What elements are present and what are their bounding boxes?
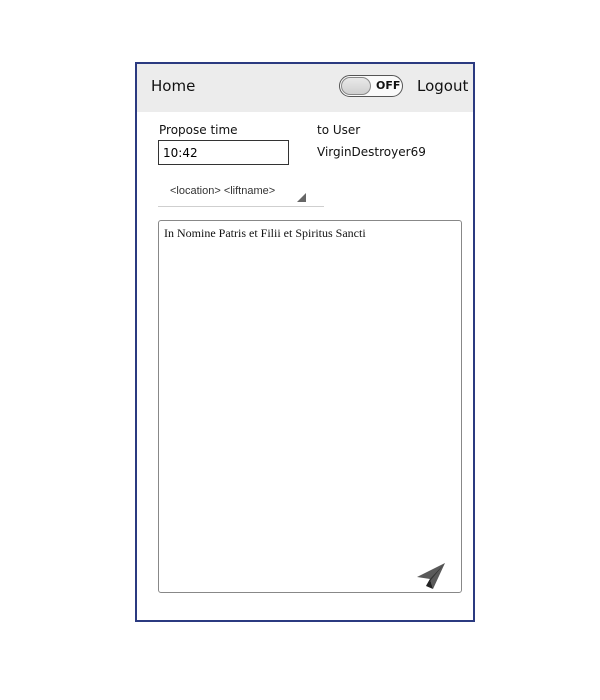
toggle-knob[interactable] bbox=[341, 77, 371, 95]
app-frame: Home OFF Logout Propose time to User Vir… bbox=[135, 62, 475, 622]
message-text: In Nomine Patris et Filii et Spiritus Sa… bbox=[164, 226, 366, 240]
top-bar: Home OFF Logout bbox=[137, 64, 473, 112]
location-select[interactable]: <location> <liftname> bbox=[158, 182, 324, 207]
to-user-label: to User bbox=[317, 123, 361, 137]
power-toggle[interactable]: OFF bbox=[339, 75, 403, 97]
paper-plane-icon[interactable] bbox=[416, 562, 446, 590]
propose-time-label: Propose time bbox=[159, 123, 238, 137]
toggle-state-label: OFF bbox=[376, 79, 401, 92]
logout-link[interactable]: Logout bbox=[417, 76, 468, 96]
to-user-value: VirginDestroyer69 bbox=[317, 145, 426, 159]
time-input[interactable] bbox=[158, 140, 289, 165]
home-link[interactable]: Home bbox=[151, 76, 195, 96]
triangle-down-icon[interactable] bbox=[297, 193, 306, 202]
message-textarea[interactable]: In Nomine Patris et Filii et Spiritus Sa… bbox=[158, 220, 462, 593]
location-select-value: <location> <liftname> bbox=[170, 185, 276, 197]
